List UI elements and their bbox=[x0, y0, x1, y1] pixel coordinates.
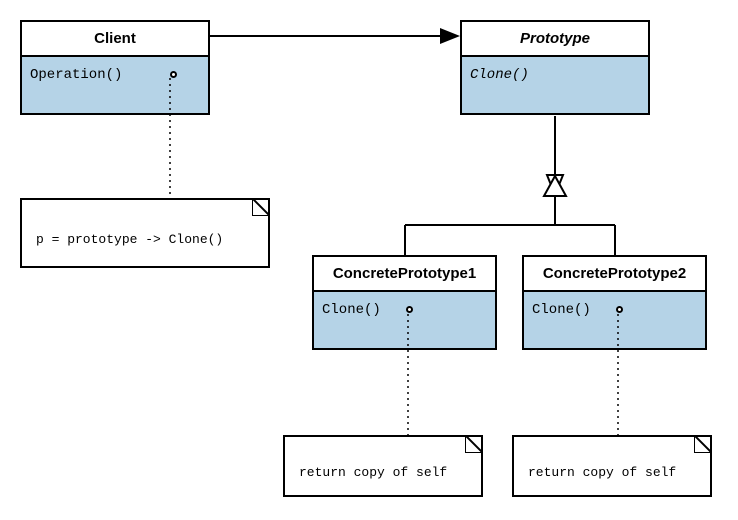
concrete2-operation-label: Clone() bbox=[532, 302, 591, 318]
annotation-circle-icon bbox=[406, 306, 413, 313]
prototype-operation-label: Clone() bbox=[470, 67, 529, 83]
note-fold-icon bbox=[694, 435, 712, 453]
note-client-text: p = prototype -> Clone() bbox=[36, 232, 223, 247]
class-concrete2-body: Clone() bbox=[524, 292, 705, 348]
class-concrete1-name: ConcretePrototype1 bbox=[314, 257, 495, 292]
note-client: p = prototype -> Clone() bbox=[20, 198, 270, 268]
class-concrete2-name: ConcretePrototype2 bbox=[524, 257, 705, 292]
arrowhead-icon bbox=[440, 28, 460, 44]
class-client-body: Operation() bbox=[22, 57, 208, 113]
note-concrete1: return copy of self bbox=[283, 435, 483, 497]
annotation-circle-icon bbox=[616, 306, 623, 313]
concrete1-operation-label: Clone() bbox=[322, 302, 381, 318]
note-concrete2: return copy of self bbox=[512, 435, 712, 497]
note-fold-icon bbox=[465, 435, 483, 453]
class-concrete1: ConcretePrototype1 Clone() bbox=[312, 255, 497, 350]
class-prototype: Prototype Clone() bbox=[460, 20, 650, 115]
client-operation-label: Operation() bbox=[30, 67, 122, 83]
hollow-triangle-icon bbox=[544, 176, 566, 196]
class-prototype-name: Prototype bbox=[462, 22, 648, 57]
generalization-triangle-icon bbox=[547, 175, 563, 195]
class-concrete2: ConcretePrototype2 Clone() bbox=[522, 255, 707, 350]
class-client-name: Client bbox=[22, 22, 208, 57]
note-concrete1-text: return copy of self bbox=[299, 465, 447, 480]
class-prototype-body: Clone() bbox=[462, 57, 648, 113]
class-client: Client Operation() bbox=[20, 20, 210, 115]
note-concrete2-text: return copy of self bbox=[528, 465, 676, 480]
class-concrete1-body: Clone() bbox=[314, 292, 495, 348]
annotation-circle-icon bbox=[170, 71, 177, 78]
note-fold-icon bbox=[252, 198, 270, 216]
